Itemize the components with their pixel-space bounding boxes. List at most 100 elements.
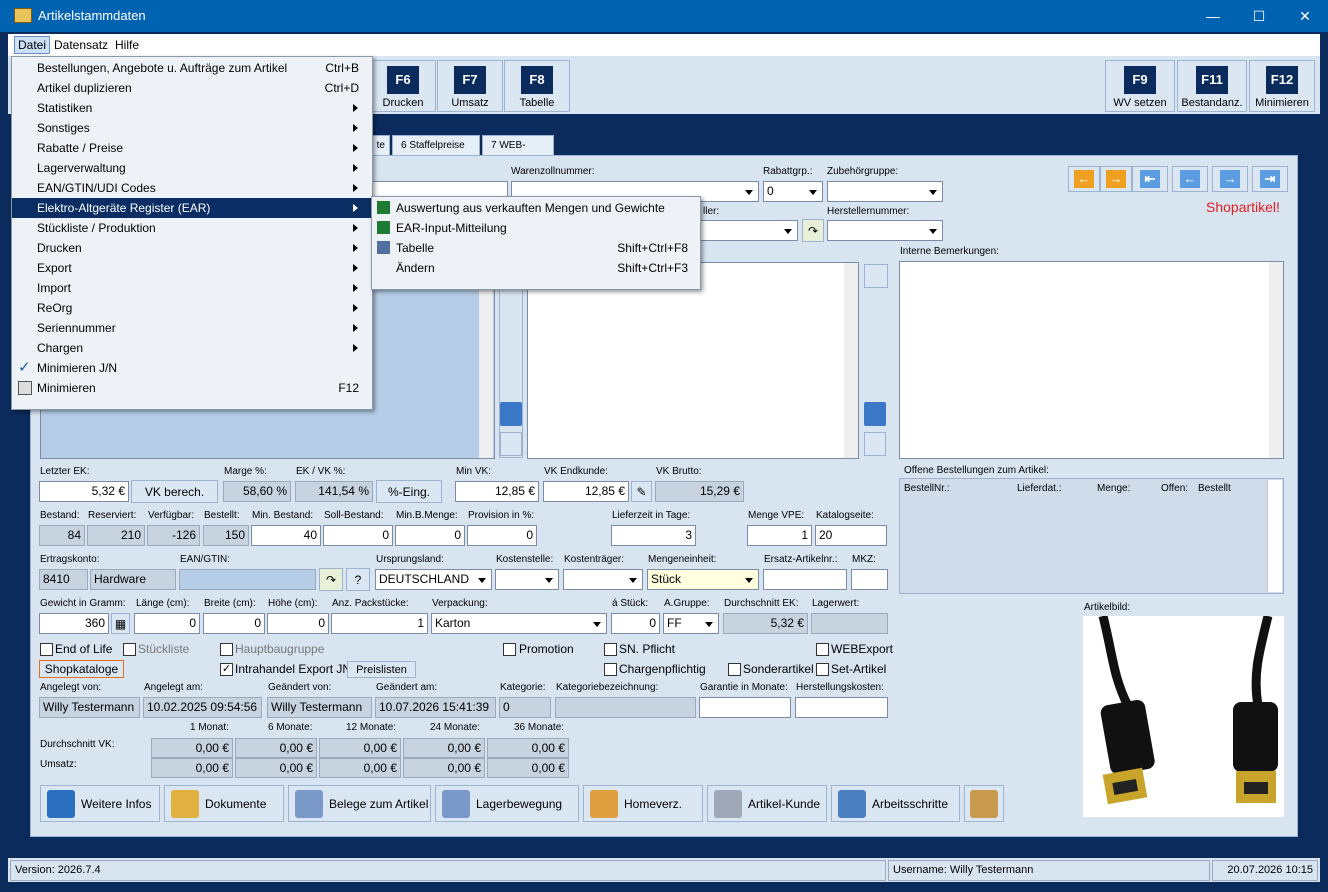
ean-input[interactable] — [179, 569, 316, 590]
nav-forward-icon[interactable]: → — [1212, 166, 1248, 192]
hersteller-select[interactable] — [700, 220, 798, 241]
belege-button[interactable]: Belege zum Artikel — [288, 785, 431, 822]
menu-item-duplizieren[interactable]: Artikel duplizieren Ctrl+D — [12, 78, 372, 98]
laenge-input[interactable]: 0 — [134, 613, 200, 634]
provision-input[interactable]: 0 — [467, 525, 537, 546]
min-vk-input[interactable]: 12,85 € — [455, 481, 539, 502]
menu-item-sonstiges[interactable]: Sonstiges — [12, 118, 372, 138]
sonderartikel-checkbox[interactable] — [728, 663, 741, 676]
nav-first-icon[interactable]: ⇤ — [1132, 166, 1168, 192]
menu-item-chargen[interactable]: Chargen — [12, 338, 372, 358]
ersatz-input[interactable] — [763, 569, 847, 590]
set-artikel-checkbox[interactable] — [816, 663, 829, 676]
vk-edit-icon[interactable]: ✎ — [631, 481, 652, 502]
clipboard-button[interactable] — [964, 785, 1004, 822]
menu-item-statistiken[interactable]: Statistiken — [12, 98, 372, 118]
sn-pflicht-checkbox[interactable] — [604, 643, 617, 656]
menu-item-import[interactable]: Import — [12, 278, 372, 298]
submenu-item-aendern[interactable]: Ändern Shift+Ctrl+F3 — [372, 258, 700, 278]
ursprungsland-select[interactable]: DEUTSCHLAND — [375, 569, 492, 590]
middle-scrollbar[interactable] — [844, 263, 858, 458]
herstellkosten-input[interactable] — [795, 697, 888, 718]
nav-back-icon[interactable]: ← — [1172, 166, 1208, 192]
arbeitsschritte-button[interactable]: Arbeitsschritte — [831, 785, 960, 822]
verpackung-select[interactable]: Karton — [431, 613, 607, 634]
f9-wv-setzen-button[interactable]: F9 WV setzen — [1105, 60, 1175, 112]
menu-item-drucken[interactable]: Drucken — [12, 238, 372, 258]
menu-item-reorg[interactable]: ReOrg — [12, 298, 372, 318]
gewicht-calc-icon[interactable]: ▦ — [111, 613, 130, 634]
hersteller-import-icon[interactable]: ↷ — [802, 219, 824, 242]
menu-item-minimieren-jn[interactable]: ✓ Minimieren J/N — [12, 358, 372, 378]
nav-prev-orange-icon[interactable]: ← — [1068, 166, 1100, 192]
interne-scrollbar[interactable] — [1269, 262, 1283, 458]
ean-import-icon[interactable]: ↷ — [319, 568, 343, 591]
menu-datensatz[interactable]: Datensatz — [54, 38, 108, 52]
menu-item-rabatte[interactable]: Rabatte / Preise — [12, 138, 372, 158]
lieferzeit-input[interactable]: 3 — [611, 525, 696, 546]
hoehe-input[interactable]: 0 — [267, 613, 329, 634]
min-b-menge-input[interactable]: 0 — [395, 525, 465, 546]
menu-hilfe[interactable]: Hilfe — [115, 38, 139, 52]
f12-minimieren-button[interactable]: F12 Minimieren — [1249, 60, 1315, 112]
letzter-ek-input[interactable]: 5,32 € — [39, 481, 129, 502]
middle-kl-icon[interactable] — [864, 402, 886, 426]
offene-scrollbar[interactable] — [1267, 480, 1282, 592]
katalogseite-input[interactable]: 20 — [815, 525, 887, 546]
min-bestand-input[interactable]: 40 — [251, 525, 321, 546]
rabattgrp-select[interactable]: 0 — [763, 181, 823, 202]
promotion-checkbox[interactable] — [503, 643, 516, 656]
dokumente-button[interactable]: Dokumente — [164, 785, 284, 822]
flag-icon[interactable] — [864, 264, 888, 288]
submenu-item-ear-input[interactable]: EAR-Input-Mitteilung — [372, 218, 700, 238]
tab-web-shop[interactable]: 7 WEB-Shop — [482, 135, 554, 171]
nav-last-icon[interactable]: ⇥ — [1252, 166, 1288, 192]
artikel-kunde-button[interactable]: Artikel-Kunde — [707, 785, 827, 822]
preislisten-button[interactable]: Preislisten — [347, 661, 416, 678]
submenu-item-tabelle[interactable]: Tabelle Shift+Ctrl+F8 — [372, 238, 700, 258]
gewicht-input[interactable]: 360 — [39, 613, 109, 634]
menu-item-lagerverwaltung[interactable]: Lagerverwaltung — [12, 158, 372, 178]
menu-item-seriennummer[interactable]: Seriennummer — [12, 318, 372, 338]
lagerbewegung-button[interactable]: Lagerbewegung — [435, 785, 579, 822]
kostenstelle-select[interactable] — [495, 569, 559, 590]
middle-edit-icon[interactable] — [864, 432, 886, 456]
maximize-icon[interactable]: ☐ — [1236, 0, 1282, 32]
vk-endkunde-input[interactable]: 12,85 € — [543, 481, 629, 502]
intrahandel-checkbox[interactable]: ✓ — [220, 663, 233, 676]
kostentraeger-select[interactable] — [563, 569, 643, 590]
minimize-icon[interactable]: — — [1190, 0, 1236, 32]
vk-berech-button[interactable]: VK berech. — [131, 480, 218, 503]
menu-item-stueckliste[interactable]: Stückliste / Produktion — [12, 218, 372, 238]
ean-help-icon[interactable]: ? — [346, 568, 370, 591]
a-gruppe-select[interactable]: FF — [663, 613, 719, 634]
nav-next-orange-icon[interactable]: → — [1100, 166, 1132, 192]
menu-item-ear[interactable]: Elektro-Altgeräte Register (EAR) — [12, 198, 372, 218]
text-edit-icon[interactable] — [500, 432, 522, 456]
f7-umsatz-button[interactable]: F7 Umsatz — [437, 60, 503, 112]
zubehoer-select[interactable] — [827, 181, 943, 202]
description-scrollbar[interactable] — [479, 262, 493, 458]
herstellernr-select[interactable] — [827, 220, 943, 241]
interne-bemerkungen-textarea[interactable] — [899, 261, 1284, 459]
f6-drucken-button[interactable]: F6 Drucken — [370, 60, 436, 112]
a-stueck-input[interactable]: 0 — [611, 613, 660, 634]
stueckliste-checkbox[interactable] — [123, 643, 136, 656]
close-icon[interactable]: ✕ — [1282, 0, 1328, 32]
garantie-input[interactable] — [699, 697, 791, 718]
menu-item-ean-codes[interactable]: EAN/GTIN/UDI Codes — [12, 178, 372, 198]
middle-textarea[interactable] — [527, 262, 859, 459]
tab-staffelpreise[interactable]: 6 Staffelpreise — [392, 135, 480, 156]
soll-bestand-input[interactable]: 0 — [323, 525, 393, 546]
packstuecke-input[interactable]: 1 — [331, 613, 428, 634]
menu-datei[interactable]: Datei — [14, 36, 51, 54]
breite-input[interactable]: 0 — [203, 613, 265, 634]
menu-item-bestellungen[interactable]: Bestellungen, Angebote u. Aufträge zum A… — [12, 58, 372, 78]
text-kl-icon[interactable] — [500, 402, 522, 426]
f11-bestandanz-button[interactable]: F11 Bestandanz. — [1177, 60, 1247, 112]
f8-tabelle-button[interactable]: F8 Tabelle — [504, 60, 570, 112]
chargenpflichtig-checkbox[interactable] — [604, 663, 617, 676]
shopkataloge-button[interactable]: Shopkataloge — [39, 660, 124, 678]
mkz-input[interactable] — [851, 569, 888, 590]
hauptbaugruppe-checkbox[interactable] — [220, 643, 233, 656]
